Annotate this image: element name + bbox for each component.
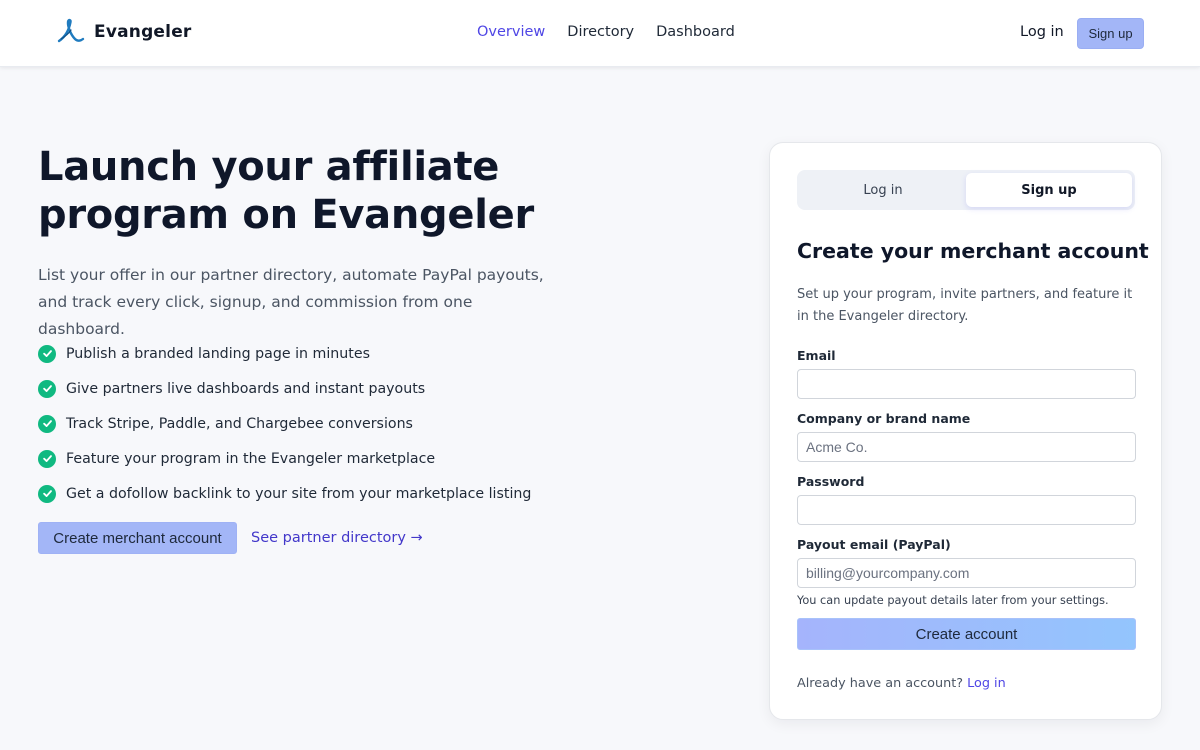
feature-text: Publish a branded landing page in minute… [66, 345, 370, 362]
nav-overview[interactable]: Overview [477, 24, 545, 40]
feature-list: Publish a branded landing page in minute… [38, 336, 531, 511]
top-header: Evangeler Overview Directory Dashboard L… [0, 0, 1200, 67]
login-prompt-text: Already have an account? [797, 676, 964, 691]
feature-text: Get a dofollow backlink to your site fro… [66, 485, 532, 502]
feature-item: Track Stripe, Paddle, and Chargebee conv… [38, 406, 531, 441]
header-login-link[interactable]: Log in [1020, 24, 1064, 40]
create-account-button[interactable]: Create account [797, 618, 1136, 650]
header-signup-button[interactable]: Sign up [1077, 18, 1144, 49]
brand[interactable]: Evangeler [56, 18, 192, 46]
company-label: Company or brand name [797, 411, 971, 426]
see-partner-directory-link[interactable]: See partner directory → [251, 530, 423, 546]
nav-dashboard[interactable]: Dashboard [656, 24, 735, 40]
evangeler-logo-icon [57, 18, 85, 43]
payout-email-field[interactable] [797, 558, 1136, 588]
nav-directory[interactable]: Directory [567, 24, 634, 40]
tab-signup[interactable]: Sign up [966, 173, 1132, 207]
auth-tabs: Log in Sign up [797, 170, 1135, 210]
signup-card: Log in Sign up Create your merchant acco… [769, 142, 1162, 720]
password-label: Password [797, 474, 865, 489]
payout-hint: You can update payout details later from… [797, 594, 1109, 607]
feature-text: Give partners live dashboards and instan… [66, 380, 426, 397]
main-nav: Overview Directory Dashboard [477, 24, 757, 40]
card-title: Create your merchant account [797, 239, 1149, 263]
tab-login[interactable]: Log in [800, 173, 966, 207]
feature-item: Feature your program in the Evangeler ma… [38, 441, 531, 476]
check-circle-icon [38, 344, 56, 363]
email-field[interactable] [797, 369, 1136, 399]
login-prompt: Already have an account? Log in [797, 676, 1006, 691]
feature-item: Give partners live dashboards and instan… [38, 371, 531, 406]
feature-text: Track Stripe, Paddle, and Chargebee conv… [66, 415, 413, 432]
feature-item: Publish a branded landing page in minute… [38, 336, 531, 371]
hero-title: Launch your affiliate program on Evangel… [38, 144, 534, 238]
check-circle-icon [38, 484, 56, 503]
brand-name: Evangeler [94, 22, 192, 42]
company-name-field[interactable] [797, 432, 1136, 462]
check-circle-icon [38, 414, 56, 433]
password-field[interactable] [797, 495, 1136, 525]
login-link[interactable]: Log in [967, 676, 1006, 691]
email-label: Email [797, 348, 836, 363]
hero-subtitle: List your offer in our partner directory… [38, 266, 544, 338]
card-subtitle: Set up your program, invite partners, an… [797, 287, 1133, 324]
check-circle-icon [38, 379, 56, 398]
check-circle-icon [38, 449, 56, 468]
feature-text: Feature your program in the Evangeler ma… [66, 450, 436, 467]
feature-item: Get a dofollow backlink to your site fro… [38, 476, 531, 511]
payout-email-label: Payout email (PayPal) [797, 537, 951, 552]
create-merchant-account-button[interactable]: Create merchant account [38, 522, 237, 554]
